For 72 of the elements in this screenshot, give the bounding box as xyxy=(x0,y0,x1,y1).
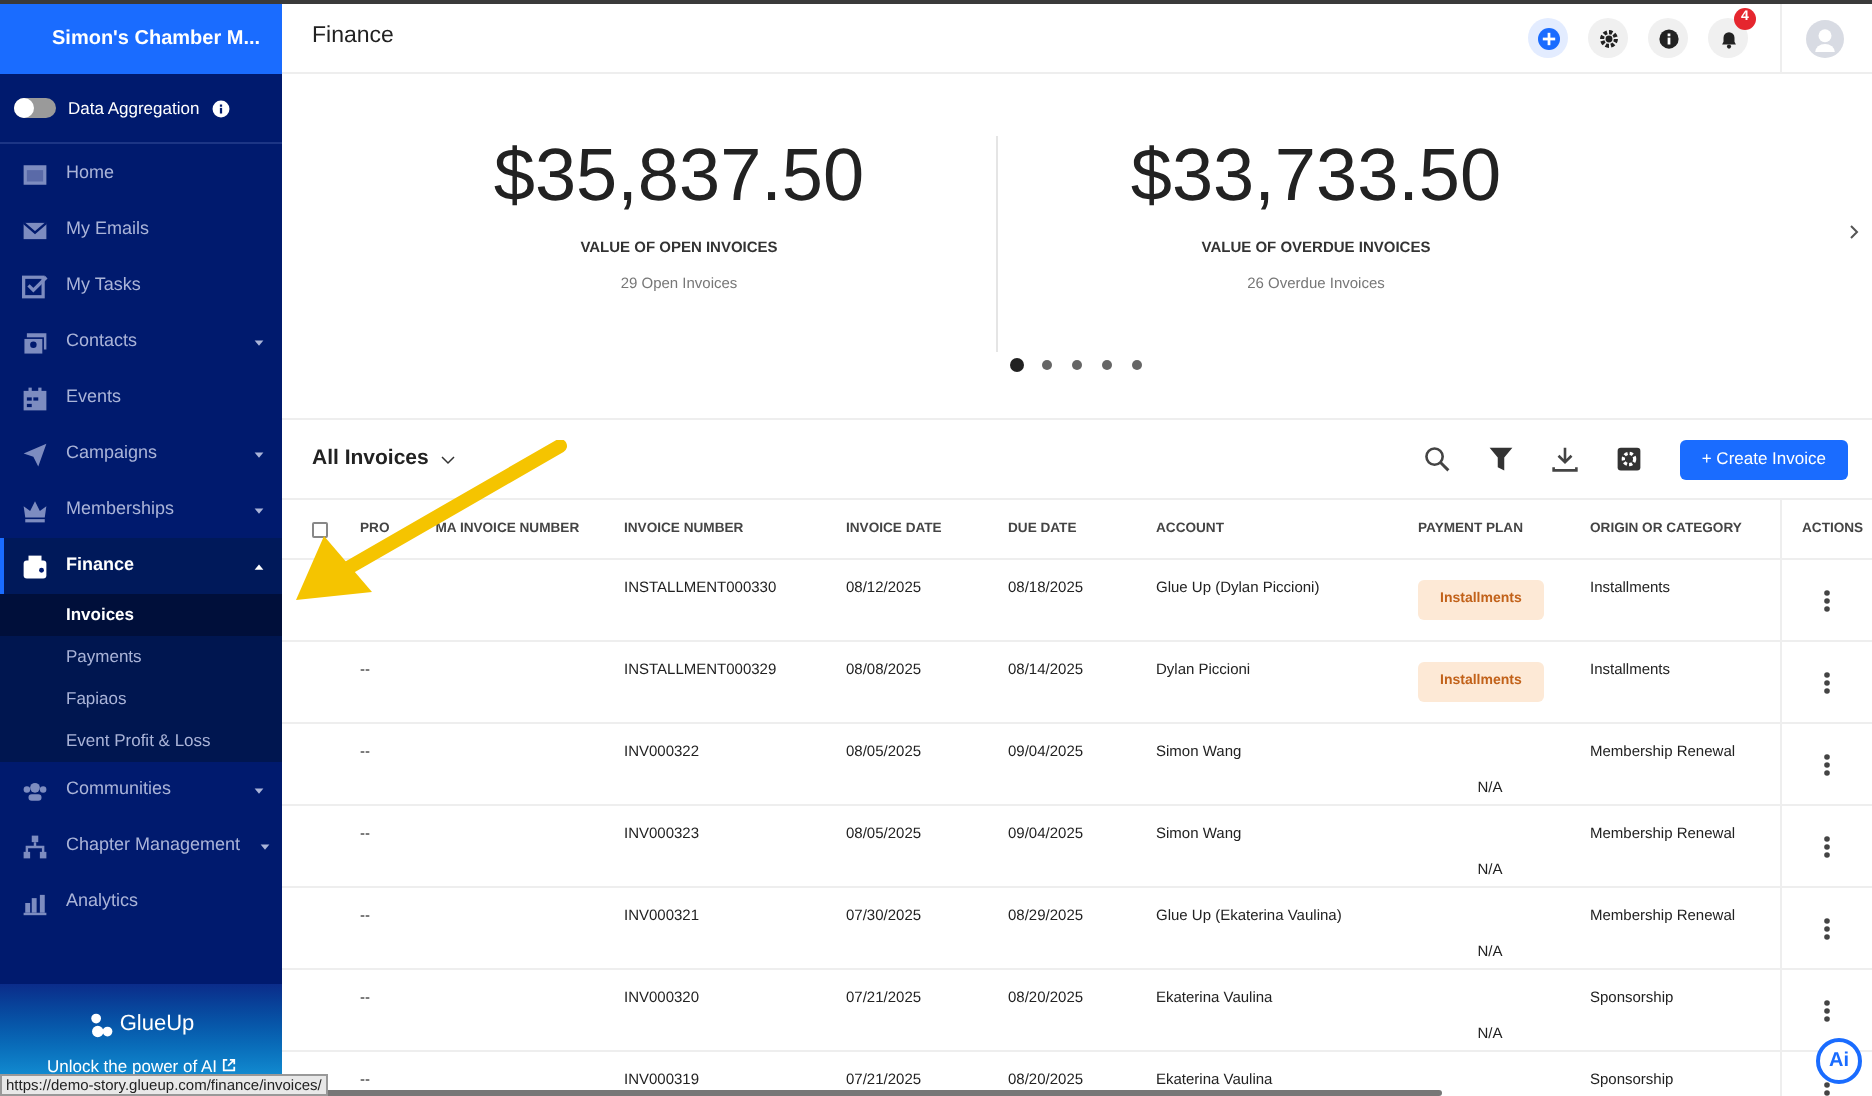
checkbox[interactable] xyxy=(312,522,328,538)
toggle-label: Data Aggregation xyxy=(68,95,200,121)
sidebar-item[interactable]: Memberships xyxy=(0,482,282,538)
vertical-dots-icon xyxy=(1824,999,1830,1021)
bar-chart-icon xyxy=(22,889,48,915)
chevron-down-icon xyxy=(440,451,457,467)
vertical-dots-icon xyxy=(1824,753,1830,775)
external-link-icon xyxy=(221,1058,236,1073)
sidebar-item[interactable]: Chapter Management xyxy=(0,818,282,874)
sidebar-item[interactable]: Finance xyxy=(0,538,282,594)
filter-icon xyxy=(1488,446,1515,472)
vertical-dots-icon xyxy=(1824,835,1830,857)
sidebar-item[interactable]: Home xyxy=(0,146,282,202)
settings-icon xyxy=(1616,446,1643,472)
help-icon xyxy=(1657,27,1679,49)
sidebar-item[interactable]: Contacts xyxy=(0,314,282,370)
checklist-icon xyxy=(22,273,48,299)
more-button[interactable] xyxy=(1821,998,1833,1022)
person-icon xyxy=(1812,25,1838,51)
download-icon xyxy=(1552,446,1579,472)
ai-assistant-button[interactable]: Ai xyxy=(1816,1038,1862,1084)
sidebar-item[interactable]: Campaigns xyxy=(0,426,282,482)
next-button[interactable] xyxy=(1844,220,1864,244)
notifications-icon xyxy=(1717,27,1739,49)
envelope-icon xyxy=(22,217,48,243)
download-button[interactable] xyxy=(1551,445,1580,473)
hierarchy-icon xyxy=(22,833,48,859)
promo-link[interactable]: Unlock the power of AI xyxy=(46,1053,218,1079)
create-invoice-button[interactable]: + Create Invoice xyxy=(1679,439,1848,479)
logo-icon xyxy=(87,1011,114,1038)
submenu-item[interactable]: Payments xyxy=(0,636,282,678)
stat-amount: $35,837.50 xyxy=(493,136,865,216)
sidebar-item[interactable]: My Emails xyxy=(0,202,282,258)
more-button[interactable] xyxy=(1821,834,1833,858)
search-button[interactable] xyxy=(1423,445,1452,473)
add-icon xyxy=(1537,27,1559,49)
submenu-item[interactable]: Event Profit & Loss xyxy=(0,720,282,762)
more-button[interactable] xyxy=(1821,916,1833,940)
stat-amount: $33,733.50 xyxy=(1130,136,1502,216)
settings-button[interactable] xyxy=(1588,18,1628,58)
vertical-dots-icon xyxy=(1824,671,1830,693)
crown-icon xyxy=(22,497,48,523)
submenu-item[interactable]: Fapiaos xyxy=(0,678,282,720)
add-button[interactable] xyxy=(1528,18,1568,58)
home-icon xyxy=(22,161,48,187)
brand-name: GlueUp xyxy=(119,1010,195,1040)
notifications-button[interactable] xyxy=(1708,18,1748,58)
view-dropdown[interactable]: All Invoices xyxy=(312,443,1424,475)
page-title: Finance xyxy=(312,22,396,53)
sidebar-item[interactable]: Events xyxy=(0,370,282,426)
info-icon xyxy=(211,99,230,117)
chevron-right-icon xyxy=(1846,224,1862,240)
help-button[interactable] xyxy=(1648,18,1688,58)
calendar-icon xyxy=(22,385,48,411)
settings-icon xyxy=(1597,27,1619,49)
sidebar-item[interactable]: Communities xyxy=(0,762,282,818)
sidebar-item[interactable]: My Tasks xyxy=(0,258,282,314)
more-button[interactable] xyxy=(1821,752,1833,776)
vertical-dots-icon xyxy=(1824,589,1830,611)
people-group-icon xyxy=(22,777,48,803)
submenu-item[interactable]: Invoices xyxy=(0,594,282,636)
search-icon xyxy=(1424,446,1451,472)
more-button[interactable] xyxy=(1821,588,1833,612)
sidebar-item[interactable]: Analytics xyxy=(0,874,282,930)
filter-button[interactable] xyxy=(1487,445,1516,473)
wallet-icon xyxy=(22,553,48,579)
more-button[interactable] xyxy=(1821,670,1833,694)
settings-button[interactable] xyxy=(1615,445,1644,473)
vertical-dots-icon xyxy=(1824,917,1830,939)
contact-card-icon xyxy=(22,329,48,355)
toggle-switch[interactable] xyxy=(14,98,56,118)
paper-plane-icon xyxy=(22,441,48,467)
